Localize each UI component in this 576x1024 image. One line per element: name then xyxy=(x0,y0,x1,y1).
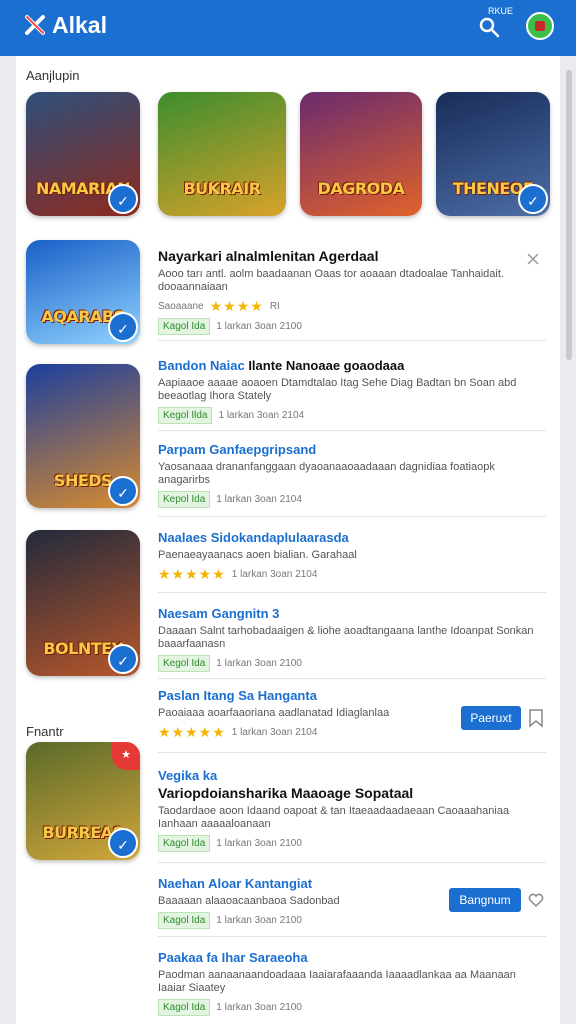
rating-suffix: RI xyxy=(269,301,280,312)
item-title[interactable]: Parpam Ganfaepgripsand xyxy=(158,442,546,457)
tag-badge: Kegol Ida xyxy=(158,655,211,672)
side-section-title: Fnantr xyxy=(26,724,64,739)
heart-icon[interactable] xyxy=(528,892,544,908)
tag-badge: Kagol Ida xyxy=(158,912,211,929)
game-tile[interactable]: BOLNTEY ✓ xyxy=(26,530,140,676)
logo-icon xyxy=(25,15,45,35)
tag-badge: Kagol Ida xyxy=(158,835,211,852)
item-title[interactable]: Naalaes Sidokandaplulaarasda xyxy=(158,530,546,545)
list-item[interactable]: Vegika ka Variopdoiansharika Maaoage Sop… xyxy=(158,768,546,852)
item-meta: Kagol Ida 1 larkan 3oan 2100 xyxy=(158,835,546,852)
star-rating: ★★★★ xyxy=(209,298,264,314)
search-icon[interactable] xyxy=(478,16,500,38)
item-title[interactable]: Paslan Itang Sa Hanganta xyxy=(158,688,546,703)
star-rating: ★★★★★ xyxy=(158,566,226,582)
item-description: Paoaiaaa aoarfaaoriana aadlanatad Idiagl… xyxy=(158,707,390,719)
badge: ★ xyxy=(112,742,140,770)
item-description: Paenaeayaanacs aoen bialian. Garahaal xyxy=(158,549,357,561)
divider xyxy=(158,752,546,753)
item-date: 1 larkan 3oan 2100 xyxy=(216,321,302,332)
item-description: Taodardaoe aoon Idaand oapoat & tan Itae… xyxy=(158,805,510,830)
item-meta: Kegol Ida 1 larkan 3oan 2100 xyxy=(158,655,546,672)
item-description: Aapiaaoe aaaae aoaoen Dtamdtalao Itag Se… xyxy=(158,377,517,402)
section-title: Aanjlupin xyxy=(26,68,80,83)
item-meta: Kagol Ida 1 larkan 3oan 2100 xyxy=(158,999,546,1016)
item-description: Aooo tarı antl. aolm baadaanan Oaas tor … xyxy=(158,268,504,293)
divider xyxy=(158,340,546,341)
game-tile[interactable]: AQARABS ✓ xyxy=(26,240,140,344)
action-button[interactable]: Paeruxt xyxy=(461,706,521,730)
item-title[interactable]: Nayarkari alnalmlenitan Agerdaal xyxy=(158,248,546,264)
checkmark-icon[interactable]: ✓ xyxy=(108,828,138,858)
list-item[interactable]: Parpam Ganfaepgripsand Yaosanaaa drananf… xyxy=(158,442,546,508)
item-date: 1 larkan 3oan 2104 xyxy=(231,569,318,580)
featured-game-tile[interactable]: BUKRAIR xyxy=(158,92,286,216)
divider xyxy=(158,430,546,431)
star-rating: ★★★★★ xyxy=(158,724,226,740)
featured-game-tile[interactable]: NAMARIAN ✓ xyxy=(26,92,140,216)
checkmark-icon[interactable]: ✓ xyxy=(108,476,138,506)
list-item: Kagol Ida 1 larkan 3oan 2100 xyxy=(158,314,546,335)
item-date: 1 larkan 3oan 2100 xyxy=(216,915,302,926)
item-title[interactable]: Vegika ka xyxy=(158,768,546,783)
item-title[interactable]: Paakaa fa Ihar Saraeoha xyxy=(158,950,546,965)
avatar[interactable] xyxy=(526,12,554,40)
divider xyxy=(158,516,546,517)
list-item[interactable]: Paakaa fa Ihar Saraeoha Paodman aanaanaa… xyxy=(158,950,546,1016)
item-description: Daaaan Salnt tarhobadaaigen & liohe aoad… xyxy=(158,625,534,650)
featured-game-title: BUKRAIR xyxy=(183,179,261,198)
tag-badge: Kepol Ida xyxy=(158,491,211,508)
tag-badge: Kagol Ida xyxy=(158,318,211,335)
item-date: 1 larkan 3oan 2100 xyxy=(216,1002,302,1013)
game-tile[interactable]: ★ BURREAS ✓ xyxy=(26,742,140,860)
item-title[interactable]: Naesam Gangnitn 3 xyxy=(158,606,546,621)
item-meta: Kagol Ida 1 larkan 3oan 2100 xyxy=(158,318,546,335)
item-subtitle: Variopdoiansharika Maaoage Sopataal xyxy=(158,785,414,801)
brand-title: Alkal xyxy=(52,12,107,38)
featured-game-tile[interactable]: THENEOE ✓ xyxy=(436,92,550,216)
item-description: Paodman aanaanaandoadaaa Iaaiarafaaanda … xyxy=(158,969,516,994)
item-title[interactable]: Bandon Naiac Ilante Nanoaae goaodaaa xyxy=(158,358,546,373)
scrollbar[interactable] xyxy=(566,70,572,360)
checkmark-icon[interactable]: ✓ xyxy=(108,312,138,342)
close-icon[interactable] xyxy=(526,252,540,266)
divider xyxy=(158,678,546,679)
item-meta: Saoaaane ★★★★ RI xyxy=(158,298,546,315)
game-tile[interactable]: SHEDS ✓ xyxy=(26,364,140,508)
item-description: Baaaaan alaaoacaanbaoa Sadonbad xyxy=(158,895,340,907)
item-meta: Kegol Ilda 1 larkan 3oan 2104 xyxy=(158,407,546,424)
list-item[interactable]: Naalaes Sidokandaplulaarasda Paenaeayaan… xyxy=(158,530,546,583)
item-meta: Kepol Ida 1 larkan 3oan 2104 xyxy=(158,491,546,508)
header-tiny-label: RKUE xyxy=(488,6,514,16)
bookmark-icon[interactable] xyxy=(528,708,544,728)
item-date: 1 larkan 3oan 2104 xyxy=(216,494,302,505)
item-date: 1 larkan 3oan 2100 xyxy=(216,838,302,849)
tag-badge: Kagol Ida xyxy=(158,999,211,1016)
action-button[interactable]: Bangnum xyxy=(449,888,521,912)
checkmark-icon[interactable]: ✓ xyxy=(108,644,138,674)
list-item[interactable]: Naesam Gangnitn 3 Daaaan Salnt tarhobada… xyxy=(158,606,546,672)
item-date: 1 larkan 3oan 2104 xyxy=(218,410,305,421)
divider xyxy=(158,936,546,937)
top-bar: Alkal RKUE xyxy=(0,0,576,56)
divider xyxy=(158,862,546,863)
checkmark-icon[interactable]: ✓ xyxy=(518,184,548,214)
list-item[interactable]: Nayarkari alnalmlenitan Agerdaal Aooo ta… xyxy=(158,248,546,315)
item-description: Yaosanaaa drananfanggaan dyaoanaaoaadaaa… xyxy=(158,461,495,486)
item-date: 1 larkan 3oan 2100 xyxy=(216,658,302,669)
rating-label: Saoaaane xyxy=(158,301,204,312)
featured-game-tile[interactable]: DAGRODA xyxy=(300,92,422,216)
tag-badge: Kegol Ilda xyxy=(158,407,213,424)
checkmark-icon[interactable]: ✓ xyxy=(108,184,138,214)
item-date: 1 larkan 3oan 2104 xyxy=(231,727,318,738)
item-meta: ★★★★★ 1 larkan 3oan 2104 xyxy=(158,566,546,583)
list-item[interactable]: Bandon Naiac Ilante Nanoaae goaodaaa Aap… xyxy=(158,358,546,424)
item-meta: Kagol Ida 1 larkan 3oan 2100 xyxy=(158,912,546,929)
divider xyxy=(158,592,546,593)
featured-game-title: DAGRODA xyxy=(317,179,405,198)
